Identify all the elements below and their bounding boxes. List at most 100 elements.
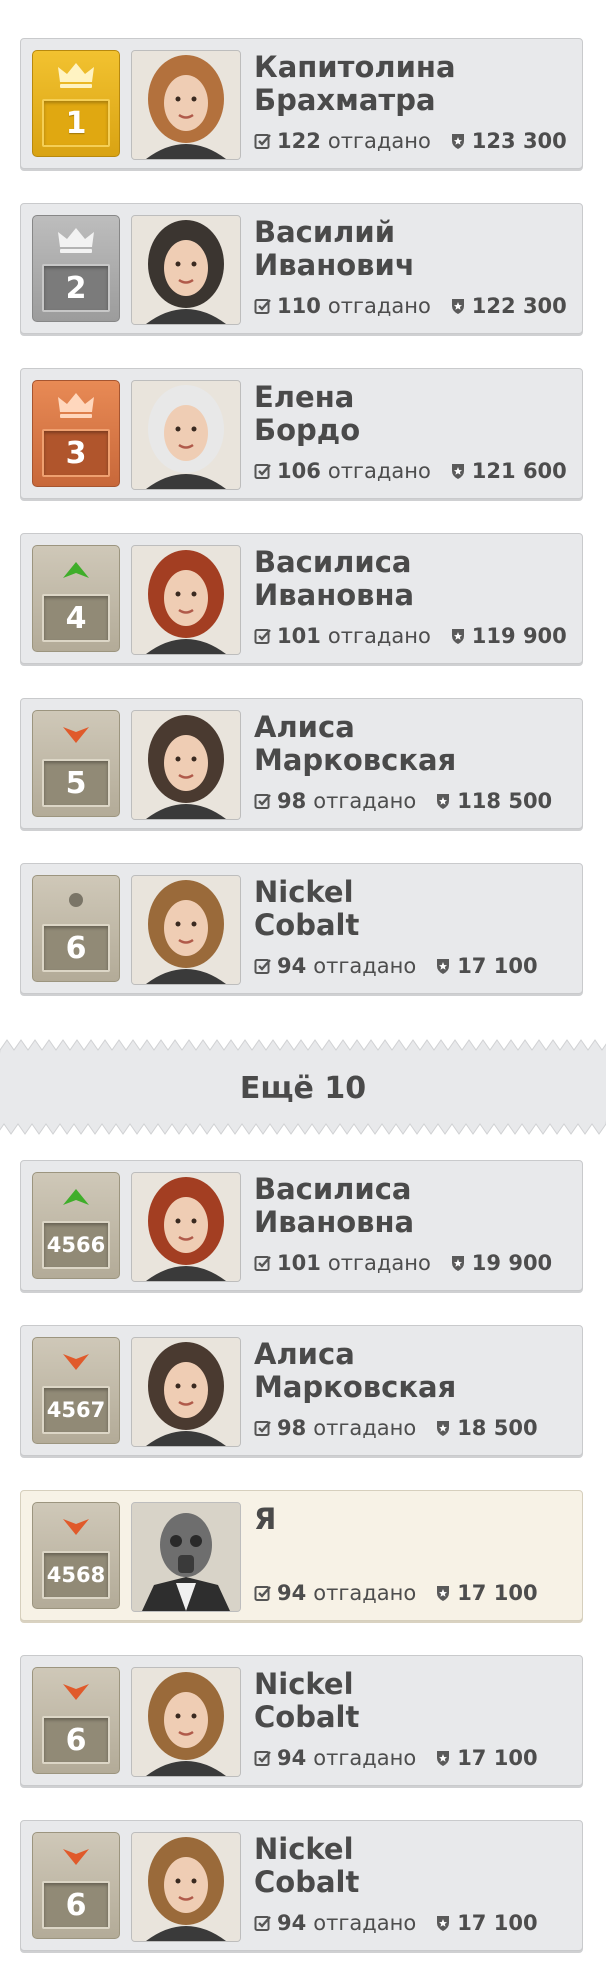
player-last-name: Марковская bbox=[254, 743, 457, 777]
player-last-name: Cobalt bbox=[254, 1700, 360, 1734]
player-stats: 94 отгадано 17 100 bbox=[254, 954, 545, 978]
player-first-name: Василий bbox=[254, 215, 396, 249]
player-last-name: Cobalt bbox=[254, 1865, 360, 1899]
player-first-name: Nickel bbox=[254, 1832, 354, 1866]
player-name[interactable]: Алиса Марковская bbox=[254, 711, 574, 777]
player-stats: 101 отгадано 119 900 bbox=[254, 624, 574, 648]
solved-count: 94 bbox=[277, 1746, 307, 1770]
score-value: 118 500 bbox=[457, 789, 553, 813]
checkbox-icon bbox=[254, 1421, 271, 1436]
player-first-name: Василиса bbox=[254, 1172, 412, 1206]
shield-star-icon bbox=[437, 1751, 450, 1766]
player-name[interactable]: Василий Иванович bbox=[254, 216, 574, 282]
solved-count: 94 bbox=[277, 1911, 307, 1935]
leaderboard-row[interactable]: 6 Nickel Cobalt 94 отгадано 17 100 bbox=[20, 1820, 583, 1951]
avatar[interactable] bbox=[131, 875, 241, 985]
player-first-name: Алиса bbox=[254, 1337, 355, 1371]
checkbox-icon bbox=[254, 629, 271, 644]
solved-count: 98 bbox=[277, 789, 307, 813]
rank-number: 2 bbox=[42, 264, 110, 312]
checkbox-icon bbox=[254, 464, 271, 479]
rank-badge: 4566 bbox=[32, 1172, 120, 1279]
solved-label: отгадано bbox=[327, 1251, 431, 1275]
player-name[interactable]: Капитолина Брахматра bbox=[254, 51, 574, 117]
leaderboard-row[interactable]: 3 Елена Бордо 106 отгадано 121 600 bbox=[20, 368, 583, 499]
player-stats: 94 отгадано 17 100 bbox=[254, 1746, 545, 1770]
solved-label: отгадано bbox=[327, 129, 431, 153]
solved-label: отгадано bbox=[313, 954, 417, 978]
player-name[interactable]: Nickel Cobalt bbox=[254, 876, 574, 942]
rank-number: 5 bbox=[42, 759, 110, 807]
solved-label: отгадано bbox=[313, 1416, 417, 1440]
avatar[interactable] bbox=[131, 1832, 241, 1942]
leaderboard-row[interactable]: 2 Василий Иванович 110 отгадано 122 300 bbox=[20, 203, 583, 334]
checkbox-icon bbox=[254, 1751, 271, 1766]
shield-star-icon bbox=[451, 134, 464, 149]
player-last-name: Бордо bbox=[254, 413, 361, 447]
player-stats: 122 отгадано 123 300 bbox=[254, 129, 574, 153]
leaderboard-row[interactable]: 1 Капитолина Брахматра 122 отгадано 123 300 bbox=[20, 38, 583, 169]
score-value: 17 100 bbox=[457, 1581, 538, 1605]
solved-label: отгадано bbox=[327, 624, 431, 648]
avatar[interactable] bbox=[131, 1667, 241, 1777]
avatar[interactable] bbox=[131, 380, 241, 490]
shield-star-icon bbox=[437, 1421, 450, 1436]
shield-star-icon bbox=[437, 959, 450, 974]
rank-badge: 4 bbox=[32, 545, 120, 652]
arrow-down-icon bbox=[33, 1345, 119, 1379]
player-last-name: Ивановна bbox=[254, 578, 415, 612]
checkbox-icon bbox=[254, 794, 271, 809]
avatar[interactable] bbox=[131, 545, 241, 655]
player-last-name: Брахматра bbox=[254, 83, 436, 117]
avatar[interactable] bbox=[131, 1502, 241, 1612]
leaderboard-row[interactable]: 4 Василиса Ивановна 101 отгадано 119 900 bbox=[20, 533, 583, 664]
shield-star-icon bbox=[451, 299, 464, 314]
solved-count: 101 bbox=[277, 624, 321, 648]
avatar[interactable] bbox=[131, 50, 241, 160]
rank-badge: 1 bbox=[32, 50, 120, 157]
solved-label: отгадано bbox=[313, 1911, 417, 1935]
avatar[interactable] bbox=[131, 1172, 241, 1282]
shield-star-icon bbox=[437, 794, 450, 809]
player-first-name: Елена bbox=[254, 380, 355, 414]
rank-badge: 6 bbox=[32, 875, 120, 982]
leaderboard-row[interactable]: 4566 Василиса Ивановна 101 отгадано 19 900 bbox=[20, 1160, 583, 1291]
solved-count: 122 bbox=[277, 129, 321, 153]
player-name[interactable]: Елена Бордо bbox=[254, 381, 574, 447]
player-name[interactable]: Василиса Ивановна bbox=[254, 546, 574, 612]
shield-star-icon bbox=[451, 464, 464, 479]
avatar[interactable] bbox=[131, 1337, 241, 1447]
player-name[interactable]: Василиса Ивановна bbox=[254, 1173, 574, 1239]
rank-badge: 3 bbox=[32, 380, 120, 487]
player-first-name: Я bbox=[254, 1502, 277, 1536]
leaderboard-row[interactable]: 4568 Я 94 отгадано 17 100 bbox=[20, 1490, 583, 1621]
player-first-name: Nickel bbox=[254, 875, 354, 909]
player-name[interactable]: Nickel Cobalt bbox=[254, 1668, 574, 1734]
player-first-name: Nickel bbox=[254, 1667, 354, 1701]
arrow-down-icon bbox=[33, 1675, 119, 1709]
avatar[interactable] bbox=[131, 215, 241, 325]
leaderboard-row[interactable]: 4567 Алиса Марковская 98 отгадано 18 500 bbox=[20, 1325, 583, 1456]
player-last-name: Cobalt bbox=[254, 908, 360, 942]
avatar[interactable] bbox=[131, 710, 241, 820]
score-value: 17 100 bbox=[457, 954, 538, 978]
show-more-button[interactable]: Ещё 10 bbox=[0, 1058, 606, 1118]
player-name[interactable]: Алиса Марковская bbox=[254, 1338, 574, 1404]
player-name[interactable]: Я bbox=[254, 1503, 574, 1536]
checkbox-icon bbox=[254, 299, 271, 314]
solved-label: отгадано bbox=[327, 459, 431, 483]
rank-number: 4568 bbox=[42, 1551, 110, 1599]
leaderboard-row[interactable]: 6 Nickel Cobalt 94 отгадано 17 100 bbox=[20, 1655, 583, 1786]
leaderboard-row[interactable]: 6 Nickel Cobalt 94 отгадано 17 100 bbox=[20, 863, 583, 994]
player-first-name: Алиса bbox=[254, 710, 355, 744]
player-last-name: Иванович bbox=[254, 248, 415, 282]
score-value: 121 600 bbox=[471, 459, 567, 483]
leaderboard-row[interactable]: 5 Алиса Марковская 98 отгадано 118 500 bbox=[20, 698, 583, 829]
player-stats: 98 отгадано 118 500 bbox=[254, 789, 559, 813]
checkbox-icon bbox=[254, 1256, 271, 1271]
shield-star-icon bbox=[437, 1916, 450, 1931]
player-stats: 110 отгадано 122 300 bbox=[254, 294, 574, 318]
player-first-name: Василиса bbox=[254, 545, 412, 579]
shield-star-icon bbox=[451, 629, 464, 644]
player-name[interactable]: Nickel Cobalt bbox=[254, 1833, 574, 1899]
